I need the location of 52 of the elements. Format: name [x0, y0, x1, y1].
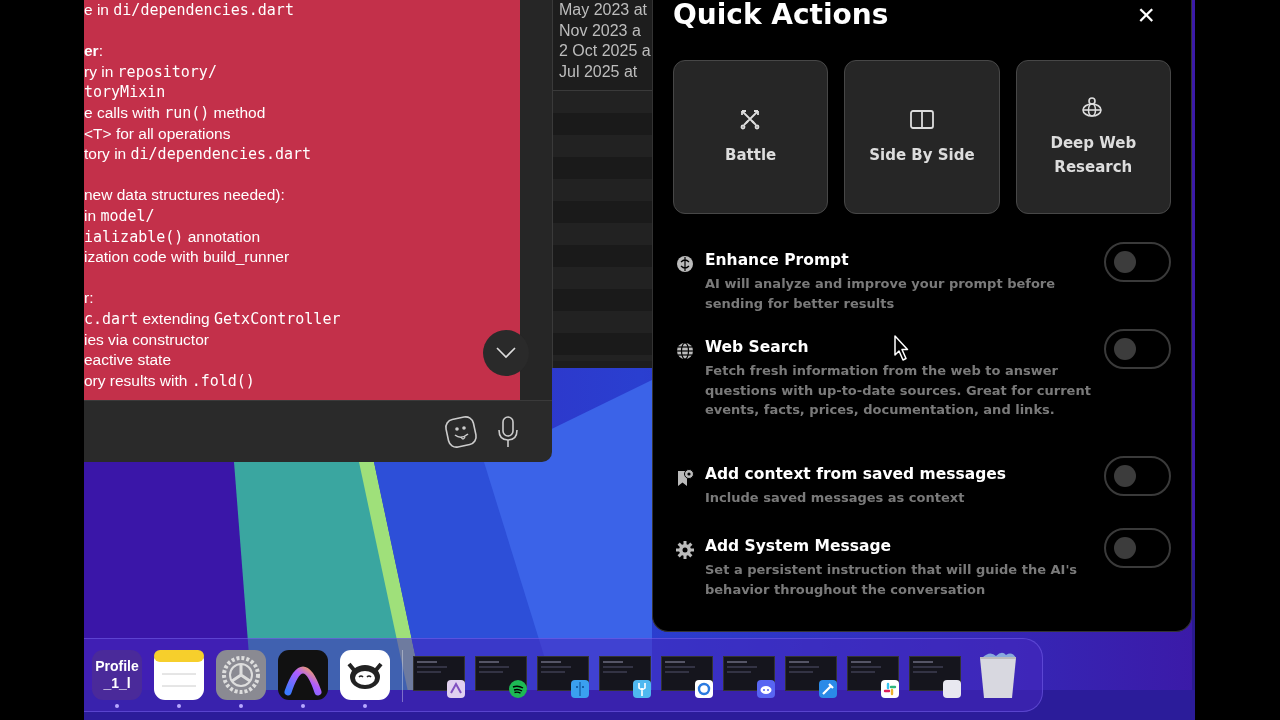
message-input-bar[interactable]	[84, 400, 552, 462]
option-description: Include saved messages as context	[705, 489, 966, 507]
toggle-switch[interactable]	[1104, 329, 1171, 369]
option-title: Add System Message	[705, 536, 891, 556]
action-card[interactable]: Side By Side	[844, 60, 1000, 214]
option-description: AI will analyze and improve your prompt before sending for better results	[705, 275, 1057, 313]
message-line: c.dart extending GetxController	[84, 308, 341, 330]
letter-a-logo-icon[interactable]	[278, 650, 328, 700]
option-title: Enhance Prompt	[705, 250, 849, 270]
mouse-pointer-icon	[893, 334, 909, 362]
toggle-switch[interactable]	[1104, 456, 1171, 496]
action-card[interactable]: Battle	[673, 60, 829, 214]
date-text: Nov 2023 a	[559, 20, 642, 41]
profile-tile[interactable]: Profile_1_l	[92, 650, 142, 700]
message-line: r:	[84, 288, 94, 309]
message-line: ializable() annotation	[84, 226, 261, 248]
message-line: in model/	[84, 205, 155, 227]
message-line: <T> for all operations	[84, 123, 231, 144]
option-description: Set a persistent instruction that will guide the AI's behavior throughout the conversation	[705, 561, 1079, 599]
globe-icon	[675, 341, 695, 361]
option-description: Fetch fresh information from the web to answer questions with up-to-date sources. Great for current events, facts, prices, documentation, and links.	[705, 362, 1092, 419]
message-line: e calls with run() method	[84, 102, 266, 124]
message-line: er:	[84, 41, 103, 62]
date-text: 2 Oct 2025 a	[559, 41, 652, 61]
panel-title: Quick Actions	[673, 0, 889, 30]
bookmark-icon	[675, 468, 695, 488]
date-text: May 2023 at	[559, 0, 649, 20]
action-card[interactable]: Deep Web Research	[1015, 60, 1171, 214]
message-line: ry in repository/	[84, 61, 217, 83]
settings-icon	[675, 540, 695, 560]
option-title: Add context from saved messages	[705, 464, 1006, 484]
message-line: e in di/dependencies.dart	[84, 0, 294, 21]
chevron-down-icon	[495, 346, 517, 360]
message-line: ization code with build_runner	[84, 247, 290, 268]
message-line: tory in di/dependencies.dart	[84, 144, 312, 165]
toggle-switch[interactable]	[1104, 242, 1171, 282]
option-title: Web Search	[705, 337, 809, 357]
date-text: Jul 2025 at	[559, 61, 639, 82]
message-line: ies via constructor	[84, 329, 209, 350]
microphone-icon[interactable]	[496, 414, 520, 449]
message-line: new data structures needed):	[84, 185, 285, 206]
robot-face-icon[interactable]	[340, 650, 390, 700]
dock-separator	[402, 650, 403, 702]
message-line: ory results with .fold()	[84, 370, 255, 392]
gear-icon[interactable]	[216, 650, 266, 700]
message-line: toryMixin	[84, 82, 166, 103]
message-line: eactive state	[84, 350, 172, 371]
notepad-icon[interactable]	[154, 650, 204, 700]
sticker-icon[interactable]	[444, 414, 478, 449]
close-button[interactable]: ×	[1133, 1, 1159, 29]
toggle-switch[interactable]	[1104, 528, 1171, 568]
split-view-icon	[909, 107, 935, 131]
